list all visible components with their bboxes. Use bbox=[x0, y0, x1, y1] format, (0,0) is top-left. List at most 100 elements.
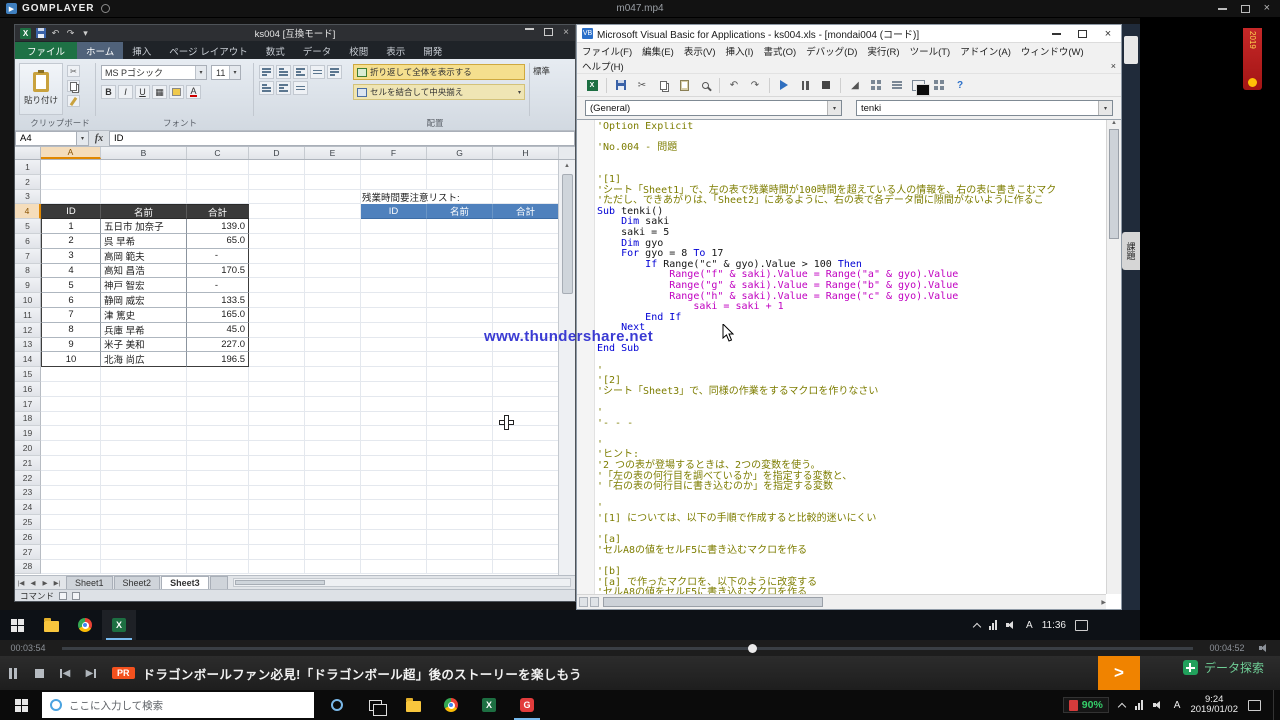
seek-handle[interactable] bbox=[748, 644, 757, 653]
vba-menu-item[interactable]: アドイン(A) bbox=[955, 44, 1016, 58]
wrap-text-button[interactable]: 折り返して全体を表示する bbox=[353, 64, 525, 80]
merge-center-button[interactable]: セルを結合して中央揃え ▾ bbox=[353, 84, 525, 100]
insert-sheet-button[interactable] bbox=[210, 576, 228, 589]
cell-F5[interactable] bbox=[361, 219, 427, 234]
cell-D15[interactable] bbox=[249, 367, 305, 382]
sheet-tab-Sheet2[interactable]: Sheet2 bbox=[114, 576, 161, 589]
row-header[interactable]: 8 bbox=[15, 264, 41, 279]
macro-record-icon[interactable] bbox=[59, 592, 67, 600]
cell-E14[interactable] bbox=[305, 352, 361, 367]
code-line[interactable] bbox=[597, 525, 1105, 536]
cell-H21[interactable] bbox=[493, 456, 558, 471]
row-header[interactable]: 13 bbox=[15, 338, 41, 353]
cell-B20[interactable] bbox=[101, 441, 187, 456]
cell-B19[interactable] bbox=[101, 426, 187, 441]
column-header[interactable]: C bbox=[187, 147, 249, 159]
cell-H3[interactable] bbox=[493, 190, 558, 205]
cell-H26[interactable] bbox=[493, 530, 558, 545]
cell-D25[interactable] bbox=[249, 515, 305, 530]
cell-F9[interactable] bbox=[361, 278, 427, 293]
next-sheet-icon[interactable]: ▶ bbox=[39, 579, 51, 587]
cell-G25[interactable] bbox=[427, 515, 493, 530]
font-color-button[interactable]: A bbox=[186, 85, 201, 99]
row-header[interactable]: 24 bbox=[15, 500, 41, 515]
cell-D19[interactable] bbox=[249, 426, 305, 441]
cell-E24[interactable] bbox=[305, 500, 361, 515]
cell-B12[interactable]: 兵庫 早希 bbox=[101, 323, 187, 338]
cell-G16[interactable] bbox=[427, 382, 493, 397]
cell-E27[interactable] bbox=[305, 545, 361, 560]
cell-F18[interactable] bbox=[361, 412, 427, 427]
vba-menu-item[interactable]: ファイル(F) bbox=[577, 44, 637, 58]
hidden-icons-chevron[interactable] bbox=[973, 622, 981, 630]
cell-E18[interactable] bbox=[305, 412, 361, 427]
cell-B9[interactable]: 神戸 智宏 bbox=[101, 278, 187, 293]
row-header[interactable]: 22 bbox=[15, 471, 41, 486]
cell-H5[interactable] bbox=[493, 219, 558, 234]
cell-B3[interactable] bbox=[101, 190, 187, 205]
cell-A2[interactable] bbox=[41, 175, 101, 190]
file-explorer-button[interactable] bbox=[34, 610, 68, 640]
cell-E7[interactable] bbox=[305, 249, 361, 264]
cell-E26[interactable] bbox=[305, 530, 361, 545]
seek-track[interactable] bbox=[62, 647, 1193, 650]
cell-G26[interactable] bbox=[427, 530, 493, 545]
cell-E22[interactable] bbox=[305, 471, 361, 486]
cell-H23[interactable] bbox=[493, 486, 558, 501]
cell-B23[interactable] bbox=[101, 486, 187, 501]
insert-function-icon[interactable]: fx bbox=[89, 131, 109, 146]
vba-menu-item[interactable]: ウィンドウ(W) bbox=[1016, 44, 1089, 58]
formula-input[interactable]: ID bbox=[109, 131, 575, 146]
cell-E17[interactable] bbox=[305, 397, 361, 412]
vba-menu-item[interactable]: 編集(E) bbox=[637, 44, 679, 58]
cell-D26[interactable] bbox=[249, 530, 305, 545]
vba-menu-item[interactable]: 挿入(I) bbox=[720, 44, 758, 58]
cell-A11[interactable]: 7 bbox=[41, 308, 101, 323]
cell-E1[interactable] bbox=[305, 160, 361, 175]
cell-B11[interactable]: 津 篤史 bbox=[101, 308, 187, 323]
indent-button[interactable] bbox=[293, 81, 308, 95]
vba-vertical-scrollbar[interactable]: ▲ bbox=[1106, 120, 1121, 594]
number-format-label[interactable]: 標準 bbox=[533, 65, 550, 77]
previous-button[interactable]: ◀ bbox=[52, 662, 78, 684]
row-header[interactable]: 10 bbox=[15, 293, 41, 308]
cell-E25[interactable] bbox=[305, 515, 361, 530]
cell-C5[interactable]: 139.0 bbox=[187, 219, 249, 234]
cell-B6[interactable]: 呉 早希 bbox=[101, 234, 187, 249]
cell-G23[interactable] bbox=[427, 486, 493, 501]
cell-B15[interactable] bbox=[101, 367, 187, 382]
speaker-icon[interactable] bbox=[1153, 700, 1164, 710]
cell-G17[interactable] bbox=[427, 397, 493, 412]
cell-D17[interactable] bbox=[249, 397, 305, 412]
code-line[interactable]: '「右の表の何行目に書き込むのか」を指定する変数 bbox=[597, 482, 1105, 493]
cell-D11[interactable] bbox=[249, 308, 305, 323]
excel-vertical-scrollbar[interactable]: ▲ bbox=[558, 160, 575, 575]
cell-H14[interactable] bbox=[493, 352, 558, 367]
cell-F3[interactable]: 残業時間要注意リスト: bbox=[361, 190, 427, 205]
side-tab-kadai[interactable]: 課題 bbox=[1122, 232, 1140, 270]
cell-B21[interactable] bbox=[101, 456, 187, 471]
cell-F23[interactable] bbox=[361, 486, 427, 501]
row-header[interactable]: 20 bbox=[15, 441, 41, 456]
cell-H25[interactable] bbox=[493, 515, 558, 530]
cell-A20[interactable] bbox=[41, 441, 101, 456]
code-line[interactable]: 'No.004 - 問題 bbox=[597, 143, 1105, 154]
align-right-button[interactable] bbox=[276, 81, 291, 95]
toolbox-icon[interactable] bbox=[930, 76, 948, 94]
cell-C23[interactable] bbox=[187, 486, 249, 501]
code-line[interactable]: ' bbox=[597, 366, 1105, 377]
cell-C22[interactable] bbox=[187, 471, 249, 486]
cell-C3[interactable] bbox=[187, 190, 249, 205]
excel-ribbon-tab[interactable]: データ bbox=[294, 42, 341, 59]
cell-B7[interactable]: 高岡 範夫 bbox=[101, 249, 187, 264]
code-line[interactable]: '- - - bbox=[597, 419, 1105, 430]
cortana-button[interactable] bbox=[318, 690, 356, 720]
cell-C14[interactable]: 196.5 bbox=[187, 352, 249, 367]
code-line[interactable]: saki = 5 bbox=[597, 228, 1105, 239]
cell-H8[interactable] bbox=[493, 264, 558, 279]
font-name-dropdown-icon[interactable]: ▾ bbox=[195, 66, 206, 79]
cell-A27[interactable] bbox=[41, 545, 101, 560]
column-header[interactable]: B bbox=[101, 147, 187, 159]
vba-code-lines[interactable]: 'Option Explicit 'No.004 - 問題 '[1]'シート「S… bbox=[597, 122, 1105, 594]
cell-F7[interactable] bbox=[361, 249, 427, 264]
